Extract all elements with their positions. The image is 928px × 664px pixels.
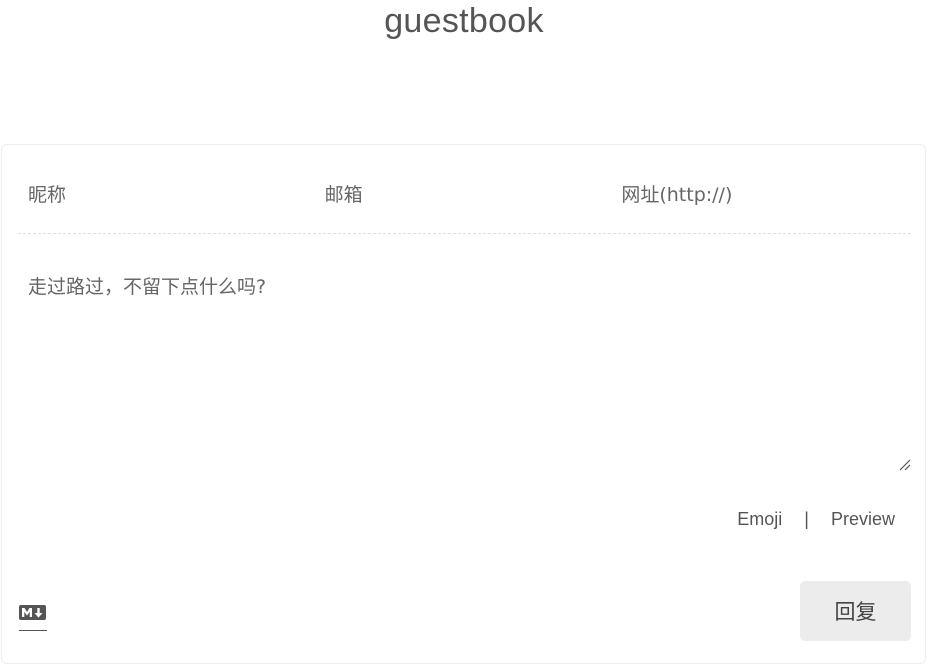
preview-button[interactable]: Preview	[831, 509, 895, 530]
meta-fields-row	[18, 175, 912, 234]
comment-textarea[interactable]	[18, 265, 911, 471]
emoji-button[interactable]: Emoji	[737, 509, 782, 530]
tools-separator: |	[804, 509, 809, 529]
website-input[interactable]	[614, 175, 912, 215]
page-title: guestbook	[384, 2, 544, 40]
markdown-icon[interactable]	[19, 605, 47, 632]
submit-button[interactable]: 回复	[800, 581, 911, 641]
comment-panel: Emoji | Preview 回复	[1, 144, 926, 664]
comment-tools: Emoji | Preview	[737, 509, 895, 530]
nickname-input[interactable]	[18, 175, 318, 215]
resize-handle-icon[interactable]	[897, 457, 911, 471]
email-input[interactable]	[317, 175, 615, 215]
